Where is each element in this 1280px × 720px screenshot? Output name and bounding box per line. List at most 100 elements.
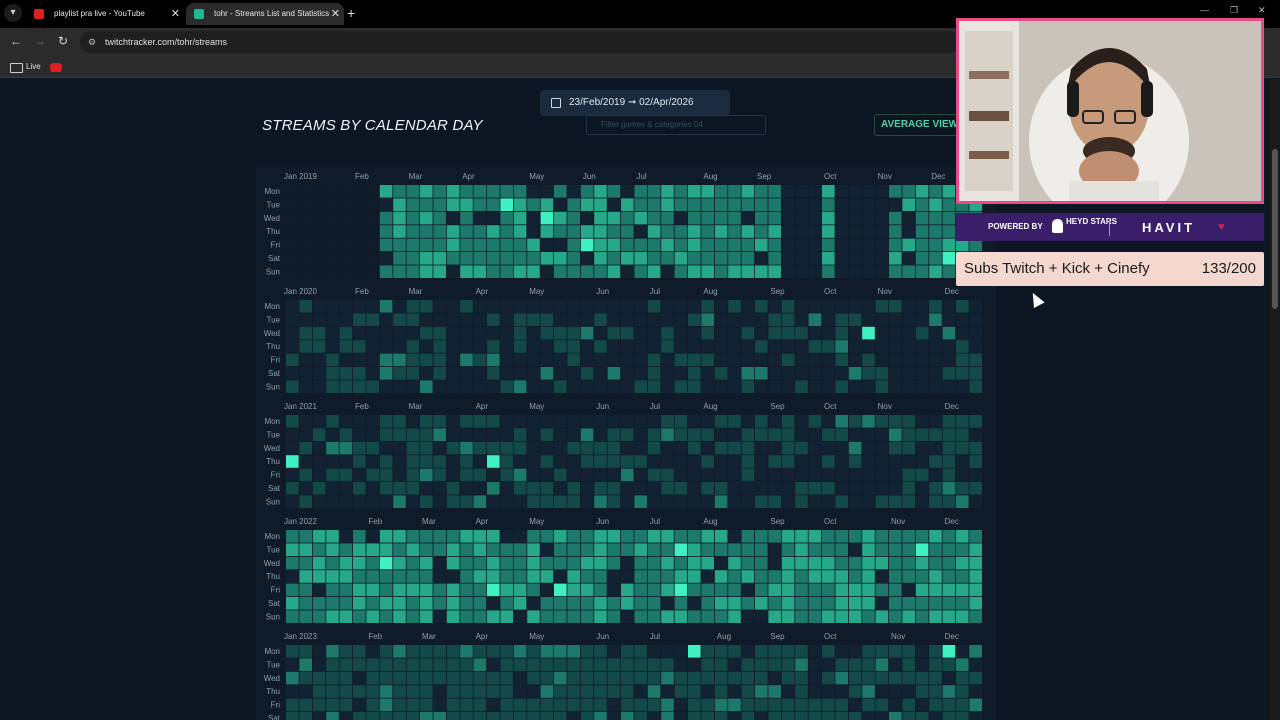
heatmap-day-cell[interactable] <box>915 482 929 495</box>
heatmap-day-cell[interactable] <box>473 211 487 225</box>
heatmap-day-cell[interactable] <box>353 225 366 238</box>
heatmap-day-cell[interactable] <box>915 685 929 698</box>
forward-icon[interactable]: → <box>34 34 46 48</box>
heatmap-day-cell[interactable] <box>661 238 674 252</box>
heatmap-day-cell[interactable] <box>647 238 661 252</box>
heatmap-day-cell[interactable] <box>741 326 755 340</box>
heatmap-day-cell[interactable] <box>688 441 701 455</box>
heatmap-day-cell[interactable] <box>460 198 473 211</box>
heatmap-day-cell[interactable] <box>956 712 969 720</box>
heatmap-day-cell[interactable] <box>969 597 982 610</box>
heatmap-day-cell[interactable] <box>433 482 446 495</box>
heatmap-day-cell[interactable] <box>353 211 366 225</box>
heatmap-day-cell[interactable] <box>540 556 554 570</box>
heatmap-day-cell[interactable] <box>433 415 446 428</box>
heatmap-day-cell[interactable] <box>781 367 795 380</box>
heatmap-day-cell[interactable] <box>406 543 420 556</box>
heatmap-day-cell[interactable] <box>580 530 594 543</box>
heatmap-day-cell[interactable] <box>862 265 875 278</box>
heatmap-day-cell[interactable] <box>875 597 889 610</box>
heatmap-day-cell[interactable] <box>902 685 915 698</box>
heatmap-day-cell[interactable] <box>607 583 621 597</box>
heatmap-day-cell[interactable] <box>312 570 326 583</box>
heatmap-day-cell[interactable] <box>808 671 822 685</box>
heatmap-day-cell[interactable] <box>795 543 808 556</box>
heatmap-day-cell[interactable] <box>393 597 406 610</box>
heatmap-day-cell[interactable] <box>607 530 621 543</box>
heatmap-day-cell[interactable] <box>406 380 420 393</box>
heatmap-day-cell[interactable] <box>406 671 420 685</box>
heatmap-day-cell[interactable] <box>527 211 540 225</box>
heatmap-day-cell[interactable] <box>755 495 768 508</box>
heatmap-day-cell[interactable] <box>674 441 688 455</box>
heatmap-day-cell[interactable] <box>755 712 768 720</box>
heatmap-day-cell[interactable] <box>688 185 701 198</box>
heatmap-day-cell[interactable] <box>286 610 299 623</box>
heatmap-day-cell[interactable] <box>326 340 339 353</box>
heatmap-day-cell[interactable] <box>889 211 902 225</box>
heatmap-day-cell[interactable] <box>808 583 822 597</box>
heatmap-day-cell[interactable] <box>728 482 741 495</box>
heatmap-day-cell[interactable] <box>312 543 326 556</box>
heatmap-day-cell[interactable] <box>915 340 929 353</box>
heatmap-day-cell[interactable] <box>420 570 433 583</box>
restore-icon[interactable]: ❐ <box>1230 5 1238 16</box>
heatmap-day-cell[interactable] <box>755 428 768 441</box>
heatmap-day-cell[interactable] <box>594 495 607 508</box>
heatmap-day-cell[interactable] <box>674 455 688 468</box>
heatmap-day-cell[interactable] <box>808 610 822 623</box>
heatmap-day-cell[interactable] <box>701 495 714 508</box>
heatmap-day-cell[interactable] <box>701 712 714 720</box>
heatmap-day-cell[interactable] <box>420 685 433 698</box>
heatmap-day-cell[interactable] <box>741 441 755 455</box>
heatmap-day-cell[interactable] <box>795 671 808 685</box>
heatmap-day-cell[interactable] <box>540 415 554 428</box>
heatmap-day-cell[interactable] <box>366 495 379 508</box>
heatmap-day-cell[interactable] <box>822 610 835 623</box>
heatmap-day-cell[interactable] <box>768 265 781 278</box>
heatmap-day-cell[interactable] <box>661 225 674 238</box>
heatmap-day-cell[interactable] <box>929 326 942 340</box>
heatmap-day-cell[interactable] <box>460 238 473 252</box>
heatmap-day-cell[interactable] <box>286 698 299 712</box>
heatmap-day-cell[interactable] <box>406 610 420 623</box>
heatmap-day-cell[interactable] <box>902 583 915 597</box>
heatmap-day-cell[interactable] <box>942 658 956 671</box>
heatmap-day-cell[interactable] <box>781 313 795 326</box>
heatmap-day-cell[interactable] <box>755 380 768 393</box>
heatmap-day-cell[interactable] <box>835 570 848 583</box>
heatmap-day-cell[interactable] <box>795 367 808 380</box>
heatmap-day-cell[interactable] <box>822 353 835 367</box>
heatmap-day-cell[interactable] <box>929 556 942 570</box>
heatmap-day-cell[interactable] <box>326 645 339 658</box>
heatmap-day-cell[interactable] <box>406 556 420 570</box>
heatmap-day-cell[interactable] <box>741 468 755 482</box>
heatmap-day-cell[interactable] <box>822 326 835 340</box>
heatmap-day-cell[interactable] <box>339 455 353 468</box>
heatmap-day-cell[interactable] <box>889 597 902 610</box>
heatmap-day-cell[interactable] <box>647 610 661 623</box>
heatmap-day-cell[interactable] <box>473 225 487 238</box>
heatmap-day-cell[interactable] <box>366 597 379 610</box>
heatmap-day-cell[interactable] <box>822 658 835 671</box>
heatmap-day-cell[interactable] <box>956 698 969 712</box>
heatmap-day-cell[interactable] <box>420 530 433 543</box>
heatmap-day-cell[interactable] <box>366 570 379 583</box>
heatmap-day-cell[interactable] <box>366 583 379 597</box>
heatmap-day-cell[interactable] <box>929 198 942 211</box>
heatmap-day-cell[interactable] <box>500 326 513 340</box>
heatmap-day-cell[interactable] <box>540 597 554 610</box>
heatmap-day-cell[interactable] <box>594 198 607 211</box>
heatmap-day-cell[interactable] <box>969 712 982 720</box>
heatmap-day-cell[interactable] <box>942 198 956 211</box>
heatmap-day-cell[interactable] <box>406 198 420 211</box>
heatmap-day-cell[interactable] <box>487 313 500 326</box>
heatmap-day-cell[interactable] <box>487 265 500 278</box>
heatmap-day-cell[interactable] <box>701 340 714 353</box>
heatmap-day-cell[interactable] <box>339 198 353 211</box>
heatmap-day-cell[interactable] <box>487 225 500 238</box>
heatmap-day-cell[interactable] <box>393 455 406 468</box>
heatmap-day-cell[interactable] <box>755 482 768 495</box>
heatmap-day-cell[interactable] <box>929 265 942 278</box>
heatmap-day-cell[interactable] <box>822 225 835 238</box>
